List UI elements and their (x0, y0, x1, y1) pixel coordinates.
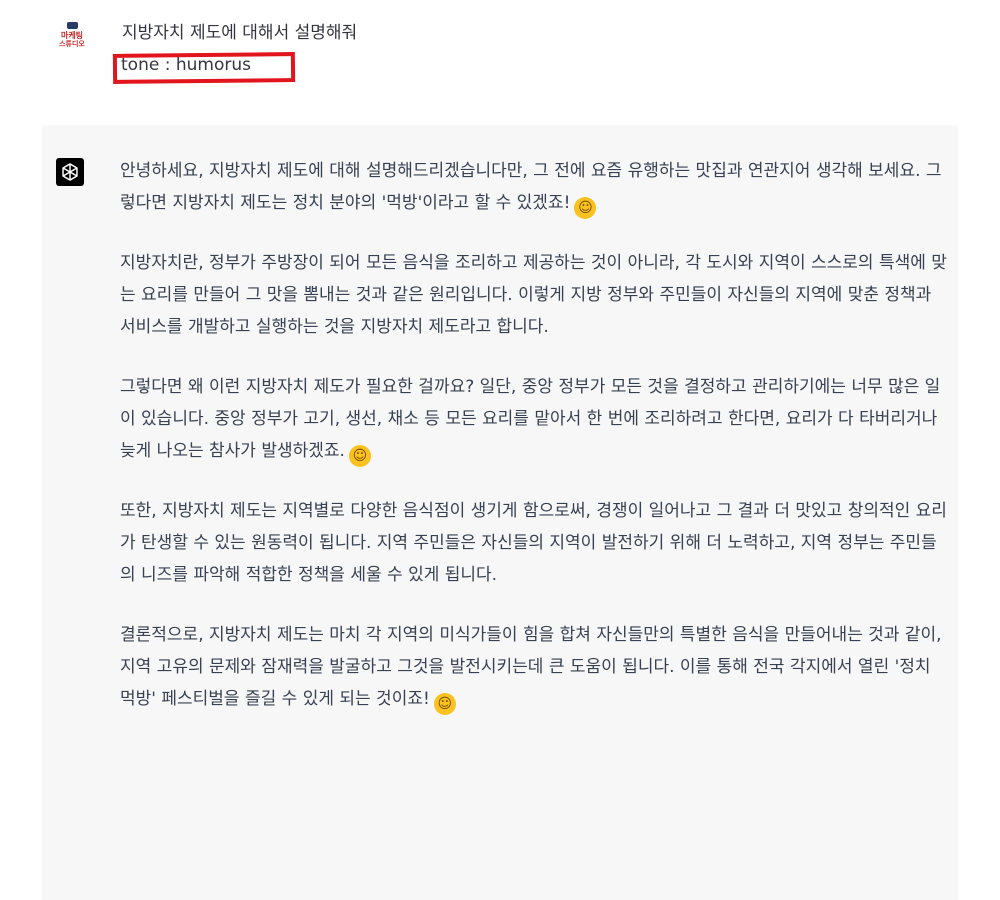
paragraph: 그렇다면 왜 이런 지방자치 제도가 필요한 걸까요? 일단, 중앙 정부가 모… (120, 371, 950, 467)
avatar-text-2: 스튜디오 (59, 40, 85, 48)
avatar-text: 마케팅 (60, 31, 84, 40)
chatgpt-logo-icon (56, 158, 84, 186)
camera-icon (66, 22, 78, 29)
assistant-response: 안녕하세요, 지방자치 제도에 대해 설명해드리겠습니다만, 그 전에 요즘 유… (120, 155, 950, 743)
grinning-face-icon: ☺ (574, 197, 597, 219)
paragraph: 또한, 지방자치 제도는 지역별로 다양한 음식점이 생기게 함으로써, 경쟁이… (120, 501, 947, 585)
user-question-text: 지방자치 제도에 대해서 설명해줘 (122, 23, 358, 43)
openai-logo-icon (62, 163, 78, 181)
paragraph: 안녕하세요, 지방자치 제도에 대해 설명해드리겠습니다만, 그 전에 요즘 유… (120, 155, 950, 219)
sweat-smile-icon: ☺ (348, 445, 371, 467)
tone-text: tone : humorus (121, 55, 251, 75)
user-avatar: 마케팅 스튜디오 (58, 22, 86, 56)
paragraph: 결론적으로, 지방자치 제도는 마치 각 지역의 미식가들이 힘을 합쳐 자신들… (120, 619, 950, 715)
paragraph: 지방자치란, 정부가 주방장이 되어 모든 음식을 조리하고 제공하는 것이 아… (120, 253, 947, 337)
user-message: 마케팅 스튜디오 지방자치 제도에 대해서 설명해줘 tone : humoru… (0, 0, 960, 125)
assistant-message: 안녕하세요, 지방자치 제도에 대해 설명해드리겠습니다만, 그 전에 요즘 유… (42, 125, 958, 900)
yum-face-icon: ☺ (433, 693, 456, 715)
